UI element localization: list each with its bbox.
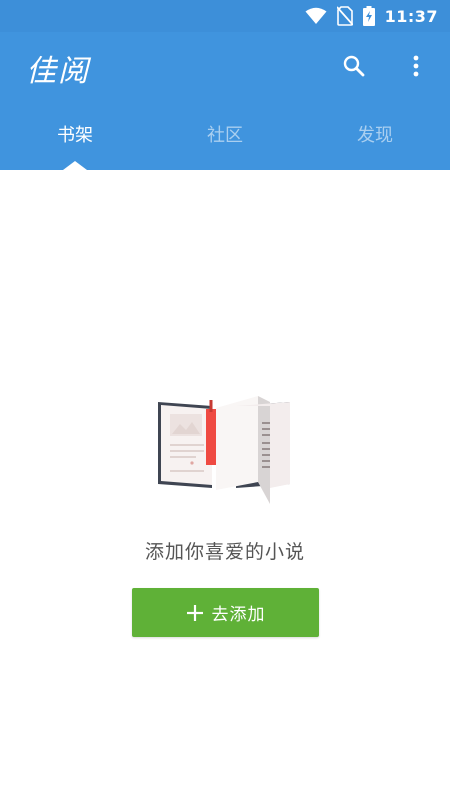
no-sim-icon	[336, 6, 353, 26]
more-vert-icon	[412, 54, 420, 82]
app-bar: 佳阅	[0, 32, 450, 104]
more-options-button[interactable]	[400, 52, 432, 84]
add-button-label: 去添加	[211, 605, 266, 625]
tab-community[interactable]: 社区	[150, 104, 300, 170]
status-bar: 11:37	[0, 0, 450, 32]
wifi-icon	[305, 7, 327, 25]
search-icon	[342, 54, 366, 82]
active-tab-indicator	[63, 161, 87, 170]
tab-label: 发现	[357, 125, 393, 146]
plus-icon	[186, 604, 204, 622]
app-actions	[338, 52, 432, 84]
tab-label: 社区	[207, 125, 243, 146]
empty-state-message: 添加你喜爱的小说	[144, 541, 305, 563]
tab-label: 书架	[57, 125, 93, 146]
tab-bar: 书架 社区 发现	[0, 104, 450, 170]
battery-charging-icon	[362, 6, 375, 26]
search-button[interactable]	[338, 52, 370, 84]
app-title: 佳阅	[26, 54, 90, 89]
status-time: 11:37	[384, 6, 438, 26]
bookshelf-content: 添加你喜爱的小说 去添加	[0, 170, 450, 800]
tab-bookshelf[interactable]: 书架	[0, 104, 150, 170]
open-book-illustration	[150, 392, 300, 512]
add-novel-button[interactable]: 去添加	[132, 588, 319, 637]
tab-discover[interactable]: 发现	[300, 104, 450, 170]
